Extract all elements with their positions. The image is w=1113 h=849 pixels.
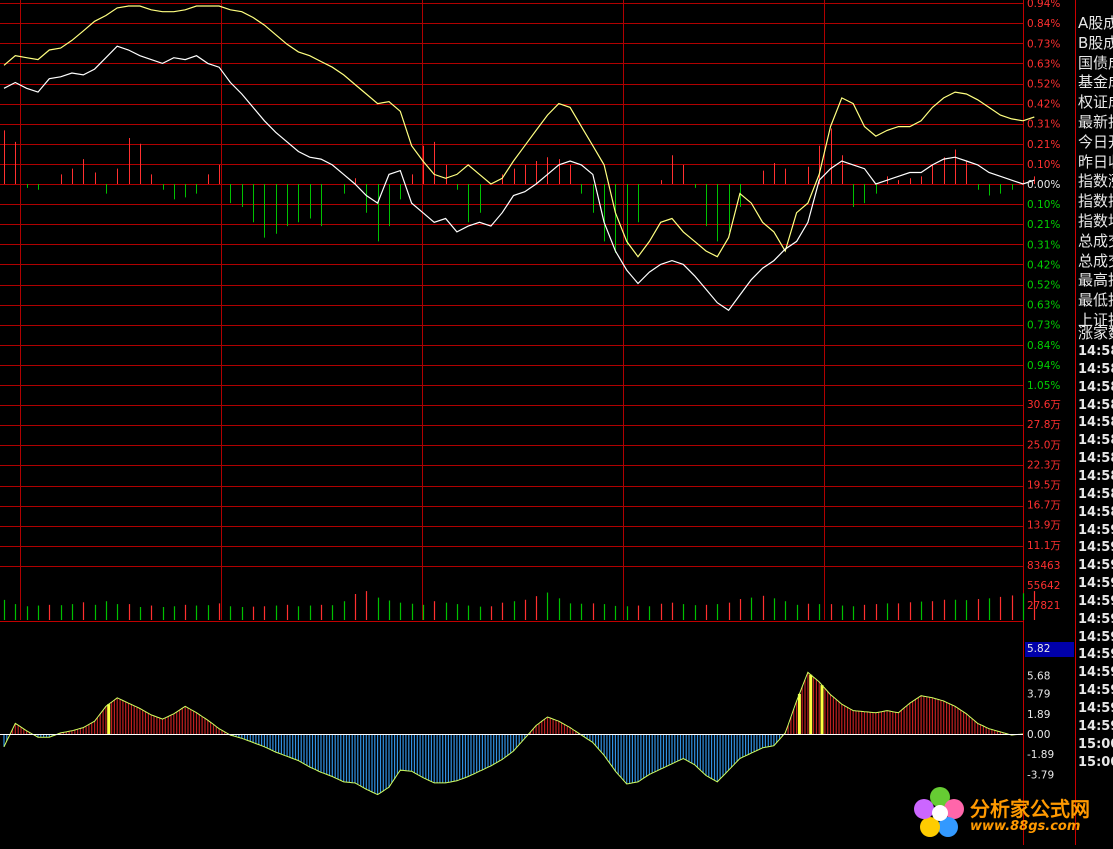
volume-axis-label: 16.7万 (1027, 500, 1061, 512)
volume-axis-label: 27821 (1027, 600, 1060, 612)
macd-axis-label: 3.79 (1027, 689, 1050, 701)
tick-time: 15:00 (1078, 736, 1113, 752)
price-axis-label: 0.42% (1027, 259, 1060, 271)
side-panel-item: 指数振 (1078, 192, 1113, 211)
watermark-title: 分析家公式网 (970, 797, 1090, 821)
volume-axis-label: 19.5万 (1027, 480, 1061, 492)
price-axis-label: 0.52% (1027, 79, 1060, 91)
tick-time: 14:59 (1078, 683, 1113, 699)
tick-time: 14:59 (1078, 558, 1113, 574)
side-panel-item: 总成交 (1078, 251, 1113, 270)
intraday-chart-stage: 0.94% 0.84% 0.73% 0.63% 0.52% 0.42% 0.31% 0.21%… (0, 0, 1113, 845)
side-panel-item: 指数涨 (1078, 172, 1113, 191)
tick-time: 14:59 (1078, 718, 1113, 734)
side-panel-item: 基金成 (1078, 73, 1113, 92)
tick-time: 14:58 (1078, 504, 1113, 520)
volume-axis-label: 13.9万 (1027, 520, 1061, 532)
side-panel-item: 总成交 (1078, 231, 1113, 250)
tick-time: 14:59 (1078, 576, 1113, 592)
volume-axis-label: 25.0万 (1027, 439, 1061, 451)
side-panel-item: 指数均 (1078, 212, 1113, 230)
flower-logo-icon (914, 787, 964, 837)
tick-time: 14:59 (1078, 629, 1113, 645)
tick-time: 14:59 (1078, 522, 1113, 538)
price-axis-label: 0.21% (1027, 139, 1060, 151)
volume-axis-label: 55642 (1027, 580, 1060, 592)
side-panel-item: 昨日收 (1078, 152, 1113, 171)
price-axis-label: 0.10% (1027, 159, 1060, 171)
watermark-logo: 分析家公式网 www.88gs.com (912, 783, 1112, 843)
volume-axis-label: 11.1万 (1027, 540, 1061, 552)
volume-axis-label: 27.8万 (1027, 419, 1061, 431)
tick-time: 14:59 (1078, 540, 1113, 556)
side-panel-item: B股成 (1078, 33, 1113, 52)
side-panel-item: 最低指 (1078, 291, 1113, 310)
price-axis-label: 0.63% (1027, 58, 1060, 70)
volume-axis-label: 22.3万 (1027, 459, 1061, 471)
price-axis-label: 0.84% (1027, 18, 1060, 30)
macd-axis-label: 5.68 (1027, 671, 1050, 683)
tick-time: 14:59 (1078, 665, 1113, 681)
price-axis-label: 0.63% (1027, 300, 1060, 312)
macd-axis-label: 0.00 (1027, 729, 1050, 741)
macd-axis-label: -3.79 (1027, 769, 1054, 781)
tick-time: 14:58 (1078, 415, 1113, 431)
tick-time: 14:59 (1078, 611, 1113, 627)
tick-time: 14:58 (1078, 379, 1113, 395)
tick-time: 14:58 (1078, 451, 1113, 467)
side-panel-item: 国债成 (1078, 53, 1113, 72)
intraday-chart: 0.94% 0.84% 0.73% 0.63% 0.52% 0.42% 0.31% 0.21%… (0, 0, 1113, 845)
side-panel-header: 涨家数 (1078, 324, 1113, 342)
price-axis-label: 0.84% (1027, 340, 1060, 352)
tick-time: 14:58 (1078, 361, 1113, 377)
price-axis-label: 0.73% (1027, 320, 1060, 332)
side-panel-item: A股成 (1078, 14, 1113, 32)
tick-time: 14:58 (1078, 344, 1113, 359)
tick-time: 14:58 (1078, 468, 1113, 484)
side-panel-item: 最高指 (1078, 271, 1113, 290)
price-axis-label: 0.94% (1027, 360, 1060, 372)
price-axis-label: 0.42% (1027, 99, 1060, 111)
macd-current-value: 5.82 (1027, 643, 1050, 655)
price-axis-label: 0.31% (1027, 119, 1060, 131)
side-panel-item: 权证成 (1078, 93, 1113, 112)
watermark-url: www.88gs.com (970, 819, 1081, 834)
price-axis-label: 0.94% (1027, 0, 1060, 10)
macd-axis-label: 1.89 (1027, 709, 1050, 721)
tick-time: 14:59 (1078, 593, 1113, 609)
price-axis-label: 0.21% (1027, 219, 1060, 231)
volume-axis-label: 30.6万 (1027, 399, 1061, 411)
volume-axis-label: 83463 (1027, 560, 1060, 572)
price-axis-label: 0.10% (1027, 199, 1060, 211)
tick-time: 15:00 (1078, 754, 1113, 770)
side-panel-item: 今日开 (1078, 132, 1113, 151)
tick-time: 14:59 (1078, 647, 1113, 663)
side-panel-item: 最新指 (1078, 113, 1113, 131)
tick-time: 14:58 (1078, 433, 1113, 449)
macd-axis-label: -1.89 (1027, 749, 1054, 761)
tick-time: 14:58 (1078, 397, 1113, 413)
price-axis-label-zero: 0.00% (1027, 179, 1060, 191)
price-axis-label: 0.52% (1027, 280, 1060, 292)
price-axis-label: 0.31% (1027, 239, 1060, 251)
market-info-panel: A股成B股成国债成基金成权证成最新指今日开昨日收指数涨指数振指数均总成交总成交最… (1075, 0, 1113, 845)
tick-time: 14:59 (1078, 701, 1113, 716)
tick-time: 14:58 (1078, 486, 1113, 502)
price-axis-label: 0.73% (1027, 38, 1060, 50)
price-axis-label: 1.05% (1027, 380, 1060, 392)
